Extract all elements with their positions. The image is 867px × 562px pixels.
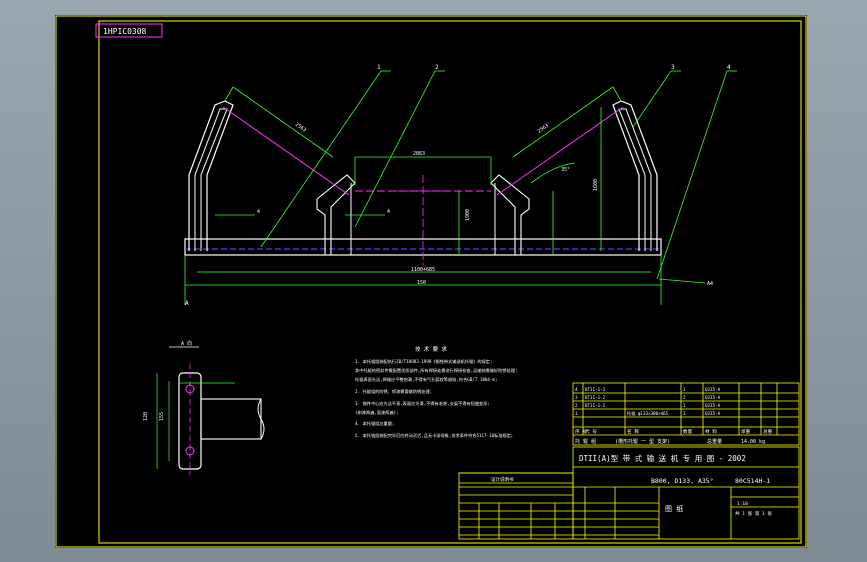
weld-symbol-left: 4 xyxy=(257,209,260,215)
callout-2[interactable]: 2 xyxy=(435,64,439,71)
bom-header-cell: 总重 xyxy=(763,428,773,435)
bom-summary-1: 托 辊 组 xyxy=(575,438,596,445)
notes-line-2: 其中托辊的密封件需配置优质部件,所有焊接处需进行焊接检查,运输前需做好防锈处理; xyxy=(355,367,518,374)
revision-title: 设计说明书 xyxy=(491,476,514,483)
bom-cell: DTII-1-1 xyxy=(585,403,606,408)
notes-line-4: 2. 托辊组的防锈、喷漆需要做防锈处理; xyxy=(355,388,432,395)
bom-cell: 托辊 φ133×380×465 xyxy=(627,410,669,417)
scale-value: 1:10 xyxy=(737,501,748,507)
dim-height-mid: 1900 xyxy=(465,209,471,221)
bom-header-cell: 数量 xyxy=(683,428,693,435)
callout-4[interactable]: 4 xyxy=(727,64,731,71)
side-dim-1: 120 xyxy=(143,412,149,421)
bom-cell: 3 xyxy=(575,395,578,400)
bom-summary-3: 总重量 xyxy=(707,438,722,445)
callout-3[interactable]: 3 xyxy=(671,64,675,71)
weld-symbol-mid: 4 xyxy=(387,209,390,215)
bom-table[interactable]: 4 DTII-1-3 1 Q235-A 3 DTII-1-2 2 Q235-A 2 DTII-1-… xyxy=(572,382,800,446)
notes-line-8: 5. 本托辊组装配完毕后应转动灵活,且无卡滞现象,技术条件符合5117-10标准… xyxy=(355,432,515,439)
bom-cell: 1 xyxy=(575,411,578,416)
notes-line-7: 4. 本托辊组总重量; xyxy=(355,420,394,427)
dim-total-inner: 1100+685 xyxy=(411,267,435,273)
bom-cell: DTII-1-2 xyxy=(585,395,606,400)
dim-center-roller: 2863 xyxy=(413,151,425,157)
bom-cell: 1 xyxy=(683,403,686,408)
bom-header-cell: 代 号 xyxy=(585,428,597,435)
notes-title: 技 术 要 求 xyxy=(415,345,447,353)
drawing-number: 80C514H-1 xyxy=(735,477,770,485)
dimension-lines xyxy=(184,70,737,305)
angle-note: 35° xyxy=(561,167,570,173)
code-box-text: 1HPIC0308 xyxy=(103,27,147,36)
bom-cell: 1 xyxy=(683,387,686,392)
title-block[interactable]: DTII(A)型 带 式 输 送 机 专 用 图 - 2002 B800, D1… xyxy=(458,446,800,540)
bom-cell: 2 xyxy=(683,395,686,400)
bom-cell: 3 xyxy=(683,411,686,416)
bom-header-cell: 材 料 xyxy=(705,428,717,435)
bom-header-cell: 单重 xyxy=(741,428,751,435)
technical-notes: 技 术 要 求 1. 本托辊组装配执行JB/T10983-1998《钢铁带式输送… xyxy=(355,345,518,439)
dim-total-outer: 150 xyxy=(417,280,426,286)
section-label: A xyxy=(185,300,189,307)
bom-cell: 2 xyxy=(575,403,578,408)
bom-cell: 4 xyxy=(575,387,578,392)
bom-cell: DTII-1-3 xyxy=(585,387,606,392)
cad-viewer-background: 1HPIC0308 2563 2863 2563 1900 1600 1100+… xyxy=(0,0,867,562)
left-roller-axis xyxy=(222,106,350,196)
callout-1[interactable]: 1 xyxy=(377,64,381,71)
drawing-name: 图 纸 xyxy=(665,504,683,513)
bom-header-cell: 名 称 xyxy=(627,428,639,435)
side-dim-2: 155 xyxy=(159,412,165,421)
idler-assembly: 2563 2863 2563 1900 1600 1100+685 150 35… xyxy=(184,64,737,307)
notes-line-6: (刷漆两遍,面漆两遍); xyxy=(355,409,399,416)
notes-line-1: 1. 本托辊组装配执行JB/T10983-1998《钢铁带式输送机托辊》的规定; xyxy=(355,358,493,365)
view-label: A 向 xyxy=(181,340,192,347)
dim-height-right: 1600 xyxy=(593,179,599,191)
leader-label: A4 xyxy=(707,281,713,287)
bom-cell: Q235-A xyxy=(705,411,721,416)
bom-cell: Q235-A xyxy=(705,395,721,400)
drawing-sheet[interactable]: 1HPIC0308 2563 2863 2563 1900 1600 1100+… xyxy=(55,15,807,548)
bom-summary-4: 14.00 kg xyxy=(741,439,765,445)
a-view-detail: A 向 120 155 xyxy=(143,340,265,475)
spec-label: B800, D133, A35° xyxy=(651,477,714,485)
left-bracket-inner xyxy=(194,108,228,251)
project-title: DTII(A)型 带 式 输 送 机 专 用 图 - 2002 xyxy=(579,453,746,463)
notes-line-5: 3. 钢件中心应光洁平直,表面应光滑,不得有毛刺,支架不得有扭曲变形; xyxy=(355,400,490,407)
bom-cell: Q235-A xyxy=(705,403,721,408)
right-roller-axis xyxy=(496,106,624,196)
tube-section xyxy=(200,398,262,440)
bom-rows: 4 DTII-1-3 1 Q235-A 3 DTII-1-2 2 Q235-A 2 DTII-1-… xyxy=(575,387,721,417)
dim-left-roller: 2563 xyxy=(294,122,307,134)
bom-cell: Q235-A xyxy=(705,387,721,392)
sheet-count: 共 1 张 第 1 张 xyxy=(735,510,772,517)
bom-header: 序 号代 号名 称数量材 料单重 总重 xyxy=(575,428,773,435)
drawing-canvas[interactable]: 1HPIC0308 2563 2863 2563 1900 1600 1100+… xyxy=(55,15,807,548)
bom-summary-2: (槽形托辊 一 型 支架) xyxy=(615,438,670,445)
mid-bracket-right xyxy=(490,174,530,255)
left-bracket xyxy=(188,100,234,251)
right-bracket-inner xyxy=(618,108,652,251)
notes-line-3: 托辊表面光洁,焊缝应平整饱满,不得有气孔裂纹等缺陷,符合GB/T 1804-m; xyxy=(355,376,498,383)
